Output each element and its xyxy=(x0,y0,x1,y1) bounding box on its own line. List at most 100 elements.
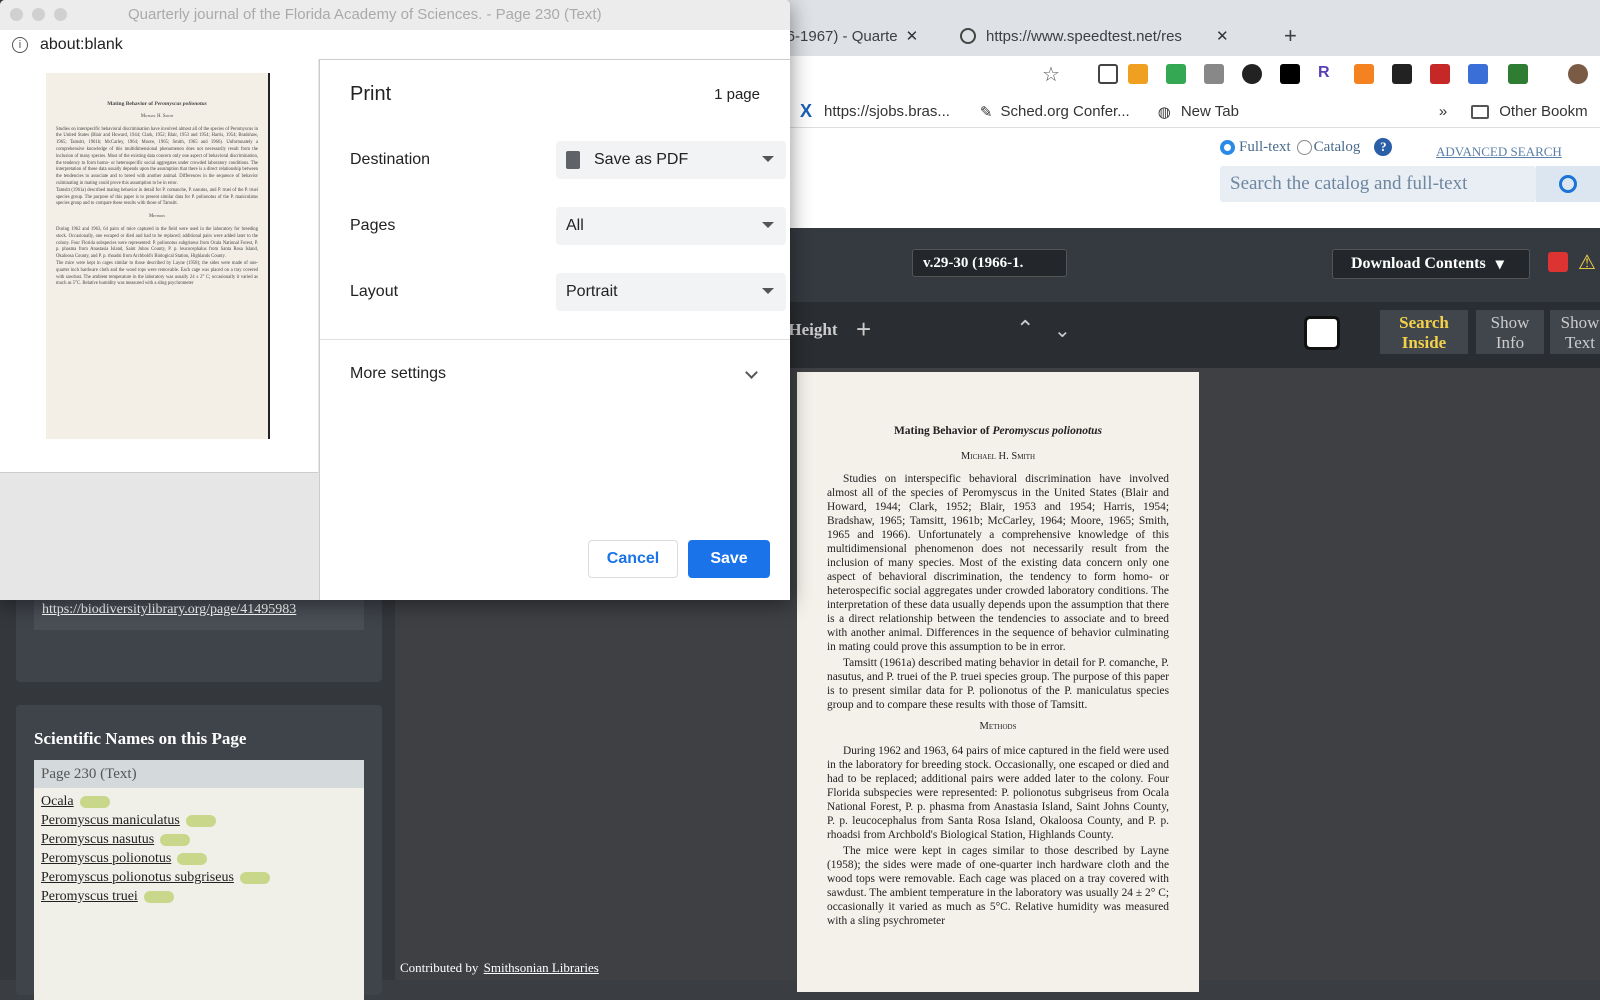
x-icon: X xyxy=(800,101,813,121)
eol-icon[interactable] xyxy=(239,871,270,884)
advanced-search-link[interactable]: ADVANCED SEARCH xyxy=(1436,144,1562,160)
help-icon[interactable]: ? xyxy=(1374,138,1393,156)
star-icon[interactable]: ☆ xyxy=(1042,62,1060,87)
speedometer-icon xyxy=(960,28,976,44)
thumb-title: Mating Behavior of Peromyscus polionotus xyxy=(107,101,207,107)
paragraph: During 1962 and 1963, 64 pairs of mice c… xyxy=(827,745,1169,841)
search-inside-button[interactable]: Search Inside xyxy=(1380,310,1468,354)
rss-icon[interactable] xyxy=(1354,64,1374,84)
print-settings: Print 1 page Destination Save as PDF Pag… xyxy=(320,59,790,600)
scientific-names-panel: Scientific Names on this Page Page 230 (… xyxy=(16,705,382,1000)
preview-thumbnail: Mating Behavior of Peromyscus polionotus… xyxy=(46,73,270,439)
save-button[interactable]: Save xyxy=(688,540,770,578)
tab-bhl[interactable]: 966-1967) - Quarte ✕ xyxy=(770,18,942,54)
sci-name-link[interactable]: Peromyscus nasutus xyxy=(41,832,357,848)
close-icon[interactable]: ✕ xyxy=(1216,27,1229,45)
minimize-window-button[interactable] xyxy=(32,8,45,21)
extension-icon[interactable] xyxy=(1430,64,1450,84)
radio-fulltext-label: Full-text xyxy=(1239,138,1291,155)
destination-select[interactable]: Save as PDF xyxy=(556,141,786,179)
thumb-author: Michael H. Smith xyxy=(140,113,174,119)
tab-speedtest[interactable]: https://www.speedtest.net/res ✕ xyxy=(960,18,1250,54)
extension-icon[interactable] xyxy=(1280,64,1300,84)
page-link[interactable]: https://biodiversitylibrary.org/page/414… xyxy=(42,602,296,618)
volume-select-label: v.29-30 (1966-1. xyxy=(923,254,1024,271)
eol-icon[interactable] xyxy=(160,833,191,846)
extension-icon[interactable] xyxy=(1508,64,1528,84)
left-sidebar: https://biodiversitylibrary.org/page/414… xyxy=(0,590,395,1000)
radio-fulltext[interactable] xyxy=(1220,139,1235,155)
volume-select[interactable]: v.29-30 (1966-1. xyxy=(912,249,1067,277)
sci-name-link[interactable]: Ocala xyxy=(41,794,357,810)
dropdown-arrow-icon xyxy=(762,156,774,162)
article-author: Michael H. Smith xyxy=(960,451,1036,462)
destination-value: Save as PDF xyxy=(594,151,689,168)
zoom-in-icon[interactable]: + xyxy=(856,314,871,345)
page-link-panel: https://biodiversitylibrary.org/page/414… xyxy=(16,590,382,682)
window-titlebar: Quarterly journal of the Florida Academy… xyxy=(0,0,790,30)
window-title: Quarterly journal of the Florida Academy… xyxy=(128,6,602,23)
eol-icon[interactable] xyxy=(177,852,208,865)
r-icon[interactable]: R xyxy=(1318,64,1338,84)
info-icon[interactable]: i xyxy=(12,36,28,53)
more-settings-label: More settings xyxy=(350,365,447,382)
bookmark-new-tab[interactable]: New Tab xyxy=(1181,103,1239,120)
more-settings-toggle[interactable]: More settings xyxy=(350,359,760,389)
contributed-by-label: Contributed by xyxy=(400,960,479,975)
eol-icon[interactable] xyxy=(185,814,216,827)
bookmark-sched[interactable]: Sched.org Confer... xyxy=(1000,103,1129,120)
close-icon[interactable]: ✕ xyxy=(906,27,919,45)
bookmark-sjobs[interactable]: https://sjobs.bras... xyxy=(824,103,950,120)
cancel-button[interactable]: Cancel xyxy=(588,540,678,578)
avatar[interactable] xyxy=(1568,64,1588,84)
sci-name-link[interactable]: Peromyscus maniculatus xyxy=(41,813,357,829)
search-button[interactable] xyxy=(1536,166,1600,202)
cancel-label: Cancel xyxy=(606,550,660,567)
radio-catalog[interactable] xyxy=(1296,139,1312,155)
dropdown-arrow-icon xyxy=(762,288,774,294)
paragraph: Tamsitt (1961a) described mating behavio… xyxy=(827,657,1169,711)
chevron-down-icon[interactable]: ⌄ xyxy=(1054,318,1071,343)
warning-icon[interactable]: ⚠ xyxy=(1578,250,1596,275)
drive-icon[interactable] xyxy=(1166,64,1186,84)
address-bar: i about:blank xyxy=(0,30,790,60)
print-icon[interactable] xyxy=(1304,316,1340,350)
library-icon[interactable] xyxy=(1392,64,1412,84)
pages-label: Pages xyxy=(350,217,396,234)
close-window-button[interactable] xyxy=(10,8,23,21)
thumb-paragraph: Studies on interspecific behavioral disc… xyxy=(56,126,258,186)
show-text-button[interactable]: Show Text xyxy=(1550,310,1600,354)
sci-name-link[interactable]: Peromyscus polionotus subgriseus xyxy=(41,870,357,886)
calendar-icon[interactable] xyxy=(1468,64,1488,84)
zoom-window-button[interactable] xyxy=(54,8,67,21)
collab-icon[interactable] xyxy=(1548,252,1568,272)
thumb-paragraph: During 1962 and 1963, 64 pairs of mice c… xyxy=(56,226,258,260)
bhl-header: Full-text Catalog ? ADVANCED SEARCH Sear… xyxy=(770,128,1600,228)
new-tab-button[interactable]: + xyxy=(1284,18,1297,54)
amazon-icon[interactable] xyxy=(1128,64,1148,84)
sci-name-link[interactable]: Peromyscus truei xyxy=(41,889,357,905)
download-contents-label: Download Contents xyxy=(1351,255,1486,272)
eol-icon[interactable] xyxy=(79,795,110,808)
show-info-button[interactable]: Show Info xyxy=(1476,310,1544,354)
download-contents-button[interactable]: Download Contents ▾ xyxy=(1332,249,1530,279)
sci-name-link[interactable]: Peromyscus polionotus xyxy=(41,851,357,867)
eol-icon[interactable] xyxy=(143,890,174,903)
chevron-up-icon[interactable]: ⌃ xyxy=(1016,316,1034,342)
extension-icon[interactable] xyxy=(1242,64,1262,84)
pages-select[interactable]: All xyxy=(556,207,786,245)
sci-names-list: Ocala Peromyscus maniculatus Peromyscus … xyxy=(34,788,364,914)
dropdown-arrow-icon xyxy=(762,222,774,228)
copy-icon[interactable] xyxy=(1204,64,1224,84)
pages-value: All xyxy=(566,217,584,234)
chevron-down-icon: ▾ xyxy=(1495,256,1504,273)
article-title: Mating Behavior of Peromyscus polionotus xyxy=(893,425,1103,437)
search-input[interactable]: Search the catalog and full-text xyxy=(1220,166,1536,202)
bookmarks-overflow[interactable]: » xyxy=(1439,103,1447,120)
pocket-icon[interactable] xyxy=(1098,64,1118,84)
other-bookmarks[interactable]: Other Bookm xyxy=(1499,103,1587,120)
search-inside-label: Search Inside xyxy=(1399,313,1449,352)
layout-select[interactable]: Portrait xyxy=(556,273,786,311)
contributor-link[interactable]: Smithsonian Libraries xyxy=(484,960,599,975)
show-info-label: Show Info xyxy=(1490,313,1530,352)
